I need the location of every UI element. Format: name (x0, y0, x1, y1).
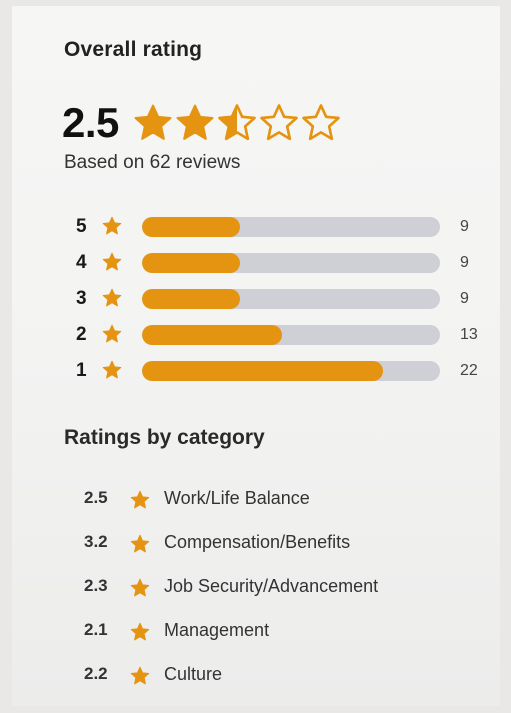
review-count-text: Based on 62 reviews (64, 152, 241, 173)
rating-bar-row[interactable]: 3 9 (64, 284, 494, 320)
star-icon (130, 534, 150, 559)
category-rating-row[interactable]: 2.5 Work/Life Balance (72, 484, 492, 528)
overall-stars (133, 103, 341, 143)
star-empty-icon (301, 103, 341, 143)
rating-bar-star-count: 2 (76, 324, 87, 345)
rating-bar-track (142, 325, 440, 345)
overall-rating-title: Overall rating (64, 38, 203, 61)
rating-bar-star-count: 5 (76, 216, 87, 237)
star-icon (130, 666, 150, 691)
star-icon (130, 622, 150, 647)
rating-distribution: 5 9 4 9 3 9 2 13 1 22 (64, 212, 494, 392)
category-rating-value: 2.1 (84, 620, 108, 639)
average-rating-value: 2.5 (62, 99, 119, 146)
category-rating-value: 2.2 (84, 664, 108, 683)
category-rating-row[interactable]: 2.1 Management (72, 616, 492, 660)
category-rating-label: Work/Life Balance (164, 488, 310, 508)
star-empty-icon (259, 103, 299, 143)
rating-bar-track (142, 361, 440, 381)
star-icon (133, 103, 173, 143)
category-rating-label: Job Security/Advancement (164, 576, 379, 596)
category-rating-label: Management (164, 620, 270, 640)
rating-bar-star-count: 4 (76, 252, 87, 273)
category-rating-row[interactable]: 2.3 Job Security/Advancement (72, 572, 492, 616)
rating-bar-star-count: 1 (76, 360, 87, 381)
rating-bar-fill (142, 325, 283, 345)
rating-bar-track (142, 217, 440, 237)
rating-bar-track (142, 253, 440, 273)
star-icon (102, 360, 122, 385)
star-icon (102, 288, 122, 313)
rating-bar-fill (142, 253, 241, 273)
category-rating-label: Compensation/Benefits (164, 532, 351, 552)
star-icon (102, 252, 122, 277)
star-icon (130, 578, 150, 603)
star-icon (130, 490, 150, 515)
rating-bar-review-count: 9 (460, 254, 469, 271)
rating-bar-review-count: 22 (460, 362, 478, 379)
rating-bar-row[interactable]: 1 22 (64, 356, 494, 392)
ratings-by-category-title: Ratings by category (64, 426, 265, 449)
rating-bar-fill (142, 217, 241, 237)
rating-bar-review-count: 9 (460, 290, 469, 307)
category-rating-row[interactable]: 2.2 Culture (72, 660, 492, 704)
rating-panel: Overall rating 2.5 Based on 62 reviews 5… (12, 6, 500, 706)
rating-bar-review-count: 9 (460, 218, 469, 235)
rating-bar-track (142, 289, 440, 309)
category-rating-value: 2.3 (84, 576, 108, 595)
rating-bar-star-count: 3 (76, 288, 87, 309)
category-rating-label: Culture (164, 664, 223, 684)
category-rating-value: 3.2 (84, 532, 108, 551)
star-icon (102, 216, 122, 241)
star-icon (175, 103, 215, 143)
category-ratings-list: 2.5 Work/Life Balance 3.2 Compensation/B… (72, 484, 492, 704)
rating-bar-fill (142, 361, 384, 381)
rating-bar-row[interactable]: 5 9 (64, 212, 494, 248)
star-icon (102, 324, 122, 349)
rating-bar-row[interactable]: 4 9 (64, 248, 494, 284)
rating-bar-row[interactable]: 2 13 (64, 320, 494, 356)
category-rating-value: 2.5 (84, 488, 108, 507)
rating-bar-review-count: 13 (460, 326, 478, 343)
overall-rating-summary: 2.5 (62, 98, 341, 148)
category-rating-row[interactable]: 3.2 Compensation/Benefits (72, 528, 492, 572)
rating-bar-fill (142, 289, 241, 309)
star-half-icon (217, 103, 257, 143)
